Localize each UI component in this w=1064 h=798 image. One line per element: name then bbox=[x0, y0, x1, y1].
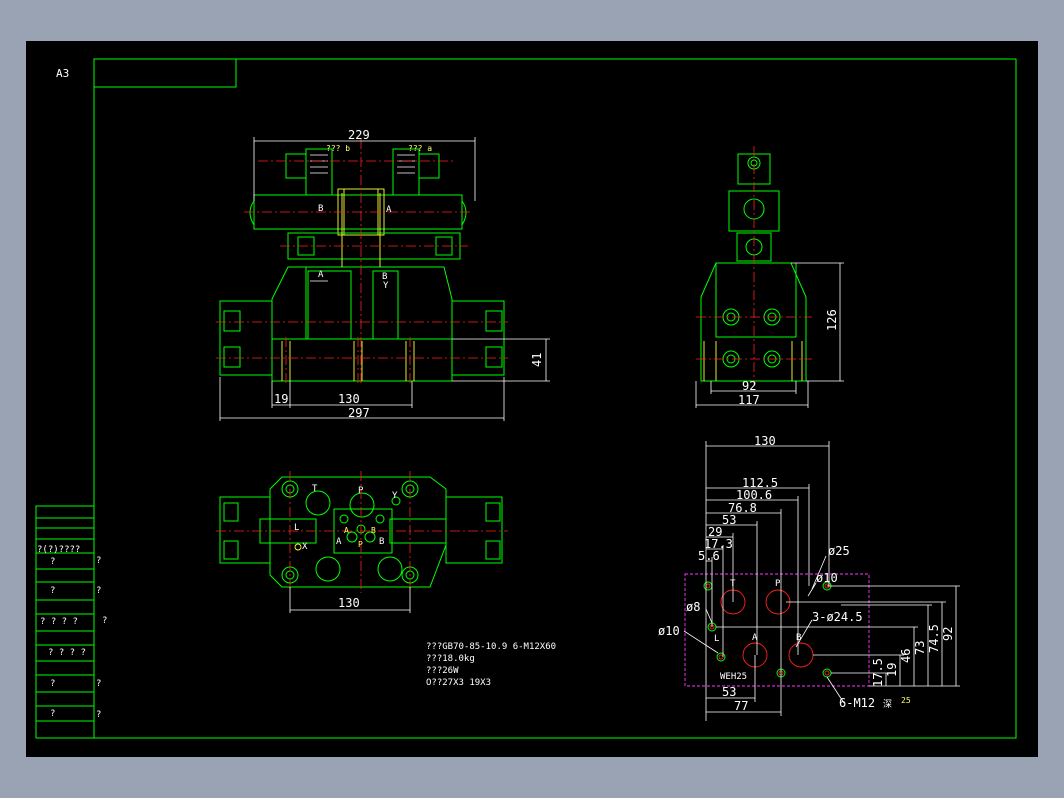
mdim-17-5: 17.5 bbox=[871, 658, 885, 687]
mount-label-a: A bbox=[752, 633, 758, 643]
dim-126: 126 bbox=[825, 309, 839, 331]
inner-frame bbox=[93, 58, 1017, 739]
top-label-sb: B bbox=[371, 526, 376, 535]
title-right-4: ? bbox=[96, 679, 101, 689]
mdim-77: 77 bbox=[734, 699, 748, 713]
mdim-d10-right: ø10 bbox=[816, 571, 838, 585]
cad-drawing: A3 ?(?)???? ? ? ? ? ? ? ? ? ? ? ? ? ? ? … bbox=[35, 58, 1017, 739]
mdim-d8: ø8 bbox=[686, 600, 700, 614]
label-sol-a: ??? a bbox=[408, 144, 432, 153]
mdim-depth: 深 bbox=[883, 699, 892, 710]
mdim-73: 73 bbox=[913, 641, 927, 655]
mdim-d10-left: ø10 bbox=[658, 624, 680, 638]
mdim-100-6: 100.6 bbox=[736, 488, 772, 502]
dim-92: 92 bbox=[742, 379, 756, 393]
note-2: ???18.0kg bbox=[426, 654, 475, 664]
title-row-2: ? bbox=[50, 586, 55, 596]
dim-117: 117 bbox=[738, 393, 760, 407]
mdim-d25: ø25 bbox=[828, 544, 850, 558]
mdim-thread: 6-M12 bbox=[839, 696, 875, 710]
label-coil-b: B bbox=[318, 204, 323, 214]
dim-130-front: 130 bbox=[338, 392, 360, 406]
mdim-19: 19 bbox=[885, 663, 899, 677]
title-row-4: ? ? ? ? bbox=[48, 648, 86, 658]
top-label-y: Y bbox=[392, 491, 398, 501]
title-right-5: ? bbox=[96, 710, 101, 720]
label-sol-b: ??? b bbox=[326, 144, 350, 153]
dim-297: 297 bbox=[348, 406, 370, 420]
top-label-a: A bbox=[336, 537, 342, 547]
top-label-t: T bbox=[312, 484, 318, 494]
front-view: 229 297 130 19 41 ??? b ??? a B A A B Y bbox=[216, 128, 550, 421]
title-right-2: ? bbox=[102, 616, 107, 626]
sheet-size: A3 bbox=[56, 67, 69, 80]
label-port-y: Y bbox=[383, 281, 389, 291]
mdim-74-5: 74.5 bbox=[927, 624, 941, 653]
notes: ???GB70-85-10.9 6-M12X60 ???18.0kg ???26… bbox=[426, 642, 556, 688]
dim-229: 229 bbox=[348, 128, 370, 142]
top-label-sa: A bbox=[344, 526, 349, 535]
title-right-1: ? bbox=[96, 586, 101, 596]
top-label-p: P bbox=[358, 486, 364, 496]
mdim-130: 130 bbox=[754, 434, 776, 448]
title-row-6: ? bbox=[50, 709, 55, 719]
mount-label-l: L bbox=[714, 634, 719, 644]
mdim-3-d24-5: 3-ø24.5 bbox=[812, 610, 863, 624]
title-row-1: ? bbox=[50, 557, 55, 567]
top-view: 130 T P Y L X A B A B P bbox=[216, 471, 508, 613]
title-right-0: ? bbox=[96, 556, 101, 566]
title-row-3: ? ? ? ? bbox=[40, 617, 78, 627]
side-view: 92 117 126 bbox=[695, 146, 844, 408]
title-row-5: ? bbox=[50, 679, 55, 689]
top-label-b: B bbox=[379, 537, 384, 547]
top-label-x: X bbox=[302, 542, 308, 552]
top-label-sp: P bbox=[358, 540, 363, 549]
mount-model: WEH25 bbox=[720, 672, 747, 682]
label-port-a: A bbox=[318, 270, 324, 280]
title-block: ?(?)???? ? ? ? ? ? ? ? ? ? ? ? ? ? ? ? ?… bbox=[35, 505, 107, 739]
title-row-0: ?(?)???? bbox=[37, 545, 80, 555]
note-4: O??27X3 19X3 bbox=[426, 678, 491, 688]
note-3: ???26W bbox=[426, 666, 459, 676]
mount-label-p: P bbox=[775, 579, 781, 589]
mdim-5-6: 5.6 bbox=[698, 549, 720, 563]
mdim-53-top: 53 bbox=[722, 513, 736, 527]
mounting-surface: 130 112.5 100.6 76.8 53 29 17.3 5.6 53 7… bbox=[658, 434, 960, 721]
note-1: ???GB70-85-10.9 6-M12X60 bbox=[426, 642, 556, 652]
mount-label-b: B bbox=[796, 633, 801, 643]
title-strip bbox=[93, 58, 237, 88]
dim-41: 41 bbox=[530, 353, 544, 367]
label-coil-a: A bbox=[386, 205, 392, 215]
dim-19: 19 bbox=[274, 392, 288, 406]
top-label-l: L bbox=[294, 523, 299, 533]
mdim-depth-value: 25 bbox=[901, 696, 911, 705]
dim-130-top: 130 bbox=[338, 596, 360, 610]
mdim-92: 92 bbox=[941, 627, 955, 641]
mdim-53-bottom: 53 bbox=[722, 685, 736, 699]
mount-label-t: T bbox=[730, 579, 736, 589]
drawing-sheet: A3 ?(?)???? ? ? ? ? ? ? ? ? ? ? ? ? ? ? … bbox=[26, 41, 1038, 757]
mdim-46: 46 bbox=[899, 649, 913, 663]
